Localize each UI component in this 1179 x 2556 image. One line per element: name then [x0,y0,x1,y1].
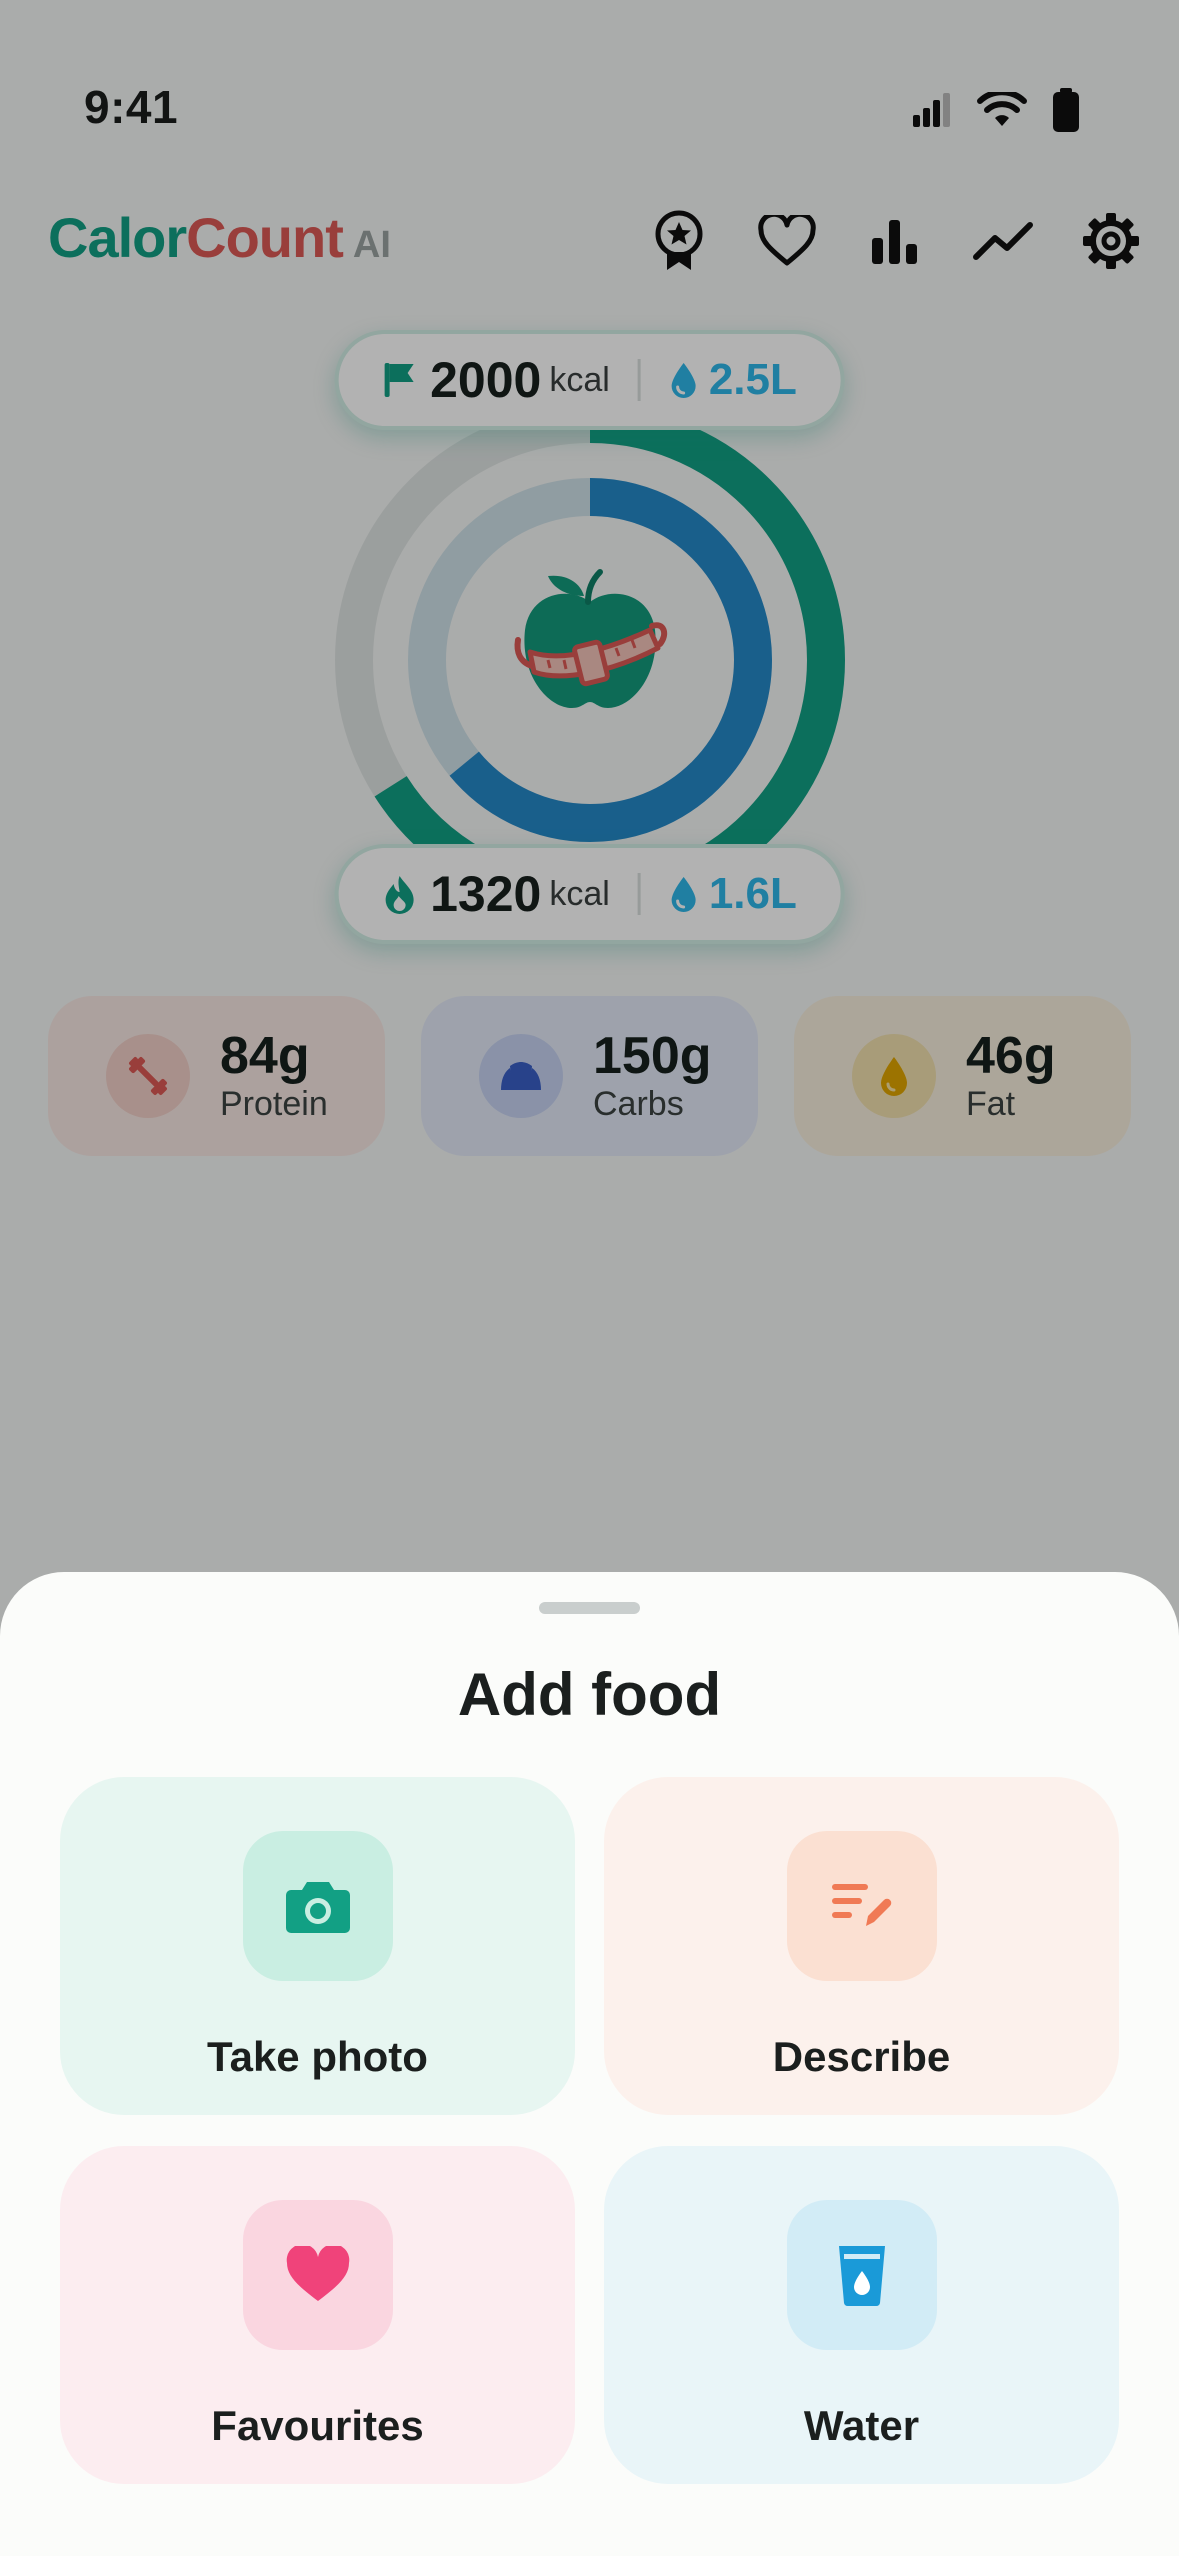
app-screen: 9:41 CalorCount AI 2000 kcal 2.5L 1320 k… [0,0,1179,2556]
take-photo-button[interactable]: Take photo [60,1777,575,2115]
describe-button[interactable]: Describe [604,1777,1119,2115]
option-icon-wrap [242,1831,393,1981]
camera-icon [285,1882,350,1933]
add-food-sheet: Add food Take photo Describe Favourites … [0,1572,1179,2556]
favourites-button[interactable]: Favourites [60,2146,575,2484]
water-glass-icon [838,2246,885,2307]
sheet-drag-handle[interactable] [539,1602,640,1614]
heart-icon [286,2246,349,2301]
option-label: Favourites [211,2402,424,2449]
water-button[interactable]: Water [604,2146,1119,2484]
option-label: Describe [772,2033,951,2080]
sheet-title: Add food [457,1661,722,1728]
option-label: Take photo [207,2033,428,2080]
describe-icon [831,1884,891,1926]
option-icon-wrap [786,1831,937,1981]
option-label: Water [803,2402,920,2449]
option-icon-wrap [786,2200,937,2350]
option-icon-wrap [242,2200,393,2350]
